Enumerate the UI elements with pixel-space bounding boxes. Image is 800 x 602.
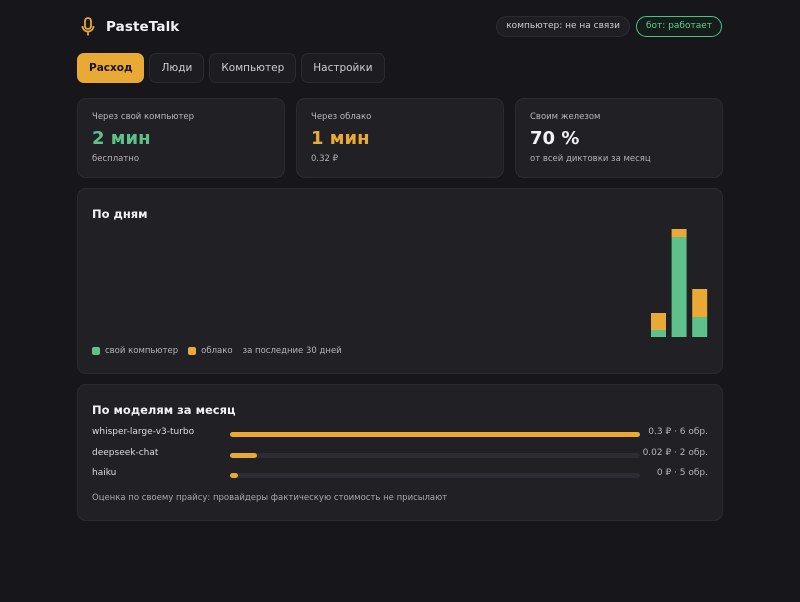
legend-label-own: свой компьютер xyxy=(105,346,179,356)
stat-sub: от всей диктовки за месяц xyxy=(530,154,651,164)
microphone-icon xyxy=(78,14,98,40)
stat-label: Через облако xyxy=(311,112,372,122)
chart-legend: свой компьютер облако за последние 30 дн… xyxy=(92,346,352,356)
main-tabs: Расход Люди Компьютер Настройки xyxy=(77,53,385,83)
tab-people[interactable]: Люди xyxy=(149,53,205,83)
bar-segment-own-day-30 xyxy=(692,317,708,337)
app-title: PasteTalk xyxy=(106,19,180,35)
model-usage-bar xyxy=(230,473,640,478)
bar-segment-own-day-28 xyxy=(651,330,666,337)
stat-card-own-hardware: Своим железом 70 % от всей диктовки за м… xyxy=(515,98,723,178)
model-cost: 0 ₽ · 5 обр. xyxy=(656,468,708,478)
legend-item-cloud: облако xyxy=(188,346,233,356)
legend-item-own: свой компьютер xyxy=(92,346,178,356)
brand: PasteTalk xyxy=(78,14,179,40)
tab-expenses[interactable]: Расход xyxy=(77,53,145,83)
computer-status-badge: компьютер: не на связи xyxy=(496,16,630,37)
bot-status-badge: бот: работает xyxy=(635,16,722,37)
bar-segment-cloud-day-29 xyxy=(671,229,687,237)
model-row: deepseek-chat 0.02 ₽ · 2 обр. xyxy=(92,448,708,462)
stat-value: 2 мин xyxy=(92,128,151,149)
legend-period: за последние 30 дней xyxy=(242,346,342,356)
stat-sub: бесплатно xyxy=(92,154,140,164)
stat-label: Через свой компьютер xyxy=(92,112,195,122)
legend-label-cloud: облако xyxy=(201,346,233,356)
stat-value: 1 мин xyxy=(311,128,370,149)
bar-segment-cloud-day-28 xyxy=(651,313,666,330)
model-cost: 0.02 ₽ · 2 обр. xyxy=(642,448,708,458)
model-row: haiku 0 ₽ · 5 обр. xyxy=(92,468,708,482)
bar-segment-own-day-29 xyxy=(671,237,687,337)
status-bar: компьютер: не на связи бот: работает xyxy=(496,16,722,37)
stat-sub: 0.32 ₽ xyxy=(311,154,339,164)
model-name: whisper-large-v3-turbo xyxy=(92,427,195,437)
model-name: haiku xyxy=(92,468,117,478)
stat-label: Своим железом xyxy=(530,112,601,122)
model-usage-bar xyxy=(230,432,640,437)
tab-computer[interactable]: Компьютер xyxy=(209,53,297,83)
models-note: Оценка по своему прайсу: провайдеры факт… xyxy=(92,493,448,503)
models-title: По моделям за месяц xyxy=(92,403,236,417)
legend-swatch-cloud xyxy=(188,347,197,355)
tab-settings[interactable]: Настройки xyxy=(301,53,385,83)
daily-chart-card: По дням свой компьютер облако за последн… xyxy=(77,188,723,374)
stat-card-own-computer: Через свой компьютер 2 мин бесплатно xyxy=(77,98,285,178)
app-header: PasteTalk компьютер: не на связи бот: ра… xyxy=(78,14,722,40)
stat-card-cloud: Через облако 1 мин 0.32 ₽ xyxy=(296,98,504,178)
model-usage-fill xyxy=(230,453,258,458)
model-usage-fill xyxy=(230,432,640,437)
model-usage-fill xyxy=(230,473,239,478)
model-name: deepseek-chat xyxy=(92,448,159,458)
legend-swatch-own xyxy=(92,347,100,355)
stat-value: 70 % xyxy=(530,128,580,149)
model-cost: 0.3 ₽ · 6 обр. xyxy=(648,427,708,437)
model-row: whisper-large-v3-turbo 0.3 ₽ · 6 обр. xyxy=(92,427,708,441)
model-usage-bar xyxy=(230,453,640,458)
models-card: По моделям за месяц whisper-large-v3-tur… xyxy=(77,384,723,521)
bar-segment-cloud-day-30 xyxy=(692,289,708,317)
